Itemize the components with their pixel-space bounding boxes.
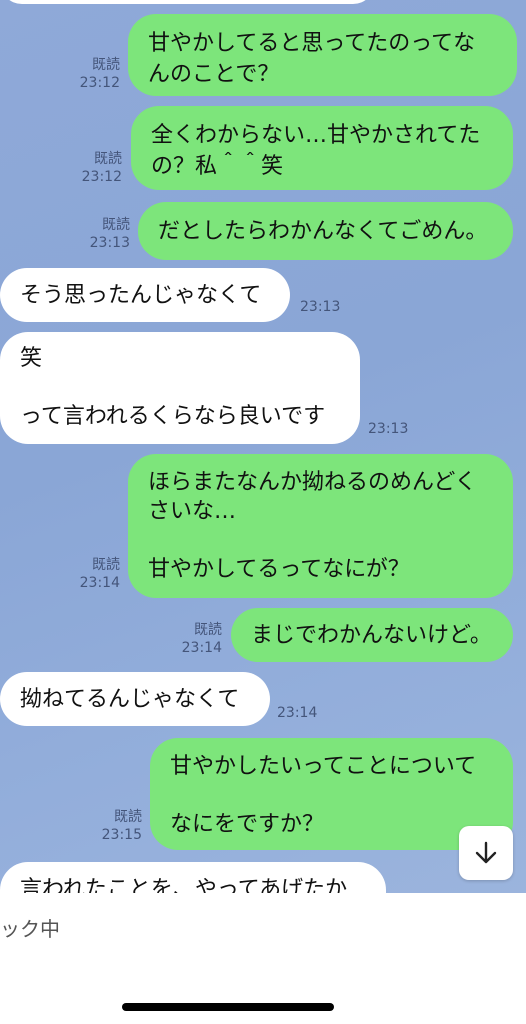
message-meta: 既読 23:13: [68, 216, 130, 252]
message-meta: 既読 23:12: [60, 56, 120, 92]
message-time: 23:12: [79, 75, 120, 91]
message-time: 23:12: [81, 169, 122, 185]
message-time: 23:15: [101, 827, 142, 843]
message-bubble-received[interactable]: 拗ねてるんじゃなくて: [0, 672, 270, 726]
message-meta: 23:13: [300, 298, 360, 316]
message-bubble-sent[interactable]: 甘やかしてると思ってたのってな んのことで？: [128, 14, 517, 96]
message-time: 23:13: [300, 299, 341, 315]
chevron-down-icon: [475, 841, 497, 864]
message-meta: 既読 23:14: [58, 556, 120, 592]
message-time: 23:14: [277, 705, 318, 721]
message-time: 23:14: [79, 575, 120, 591]
read-receipt: 既読: [194, 622, 222, 638]
read-receipt: 既読: [92, 557, 120, 573]
message-bubble-received[interactable]: 言われたことを、やってあげたか: [0, 862, 386, 893]
message-bubble-received[interactable]: 笑 って言われるくらなら良いです: [0, 332, 360, 444]
message-meta: 既読 23:14: [160, 621, 222, 657]
read-receipt: 既読: [102, 217, 130, 233]
message-meta: 既読 23:15: [80, 808, 142, 844]
message-bubble-sent[interactable]: 全くわからない…甘やかされてた の？私＾＾笑: [131, 106, 513, 190]
message-time: 23:13: [368, 421, 409, 437]
read-receipt: 既読: [94, 151, 122, 167]
read-receipt: 既読: [92, 57, 120, 73]
bottom-panel: ック中: [0, 893, 526, 1024]
read-receipt: 既読: [114, 809, 142, 825]
message-bubble-sent[interactable]: まじでわかんないけど。: [231, 608, 513, 662]
message-bubble-sent[interactable]: ほらまたなんか拗ねるのめんどく さいな… 甘やかしてるってなにが？: [128, 454, 513, 598]
message-meta: 23:14: [277, 704, 337, 722]
status-text: ック中: [0, 917, 60, 941]
message-time: 23:14: [181, 640, 222, 656]
message-bubble-received[interactable]: そう思ったんじゃなくて: [0, 268, 290, 322]
message-bubble-partial: [0, 0, 375, 4]
scroll-to-bottom-button[interactable]: [459, 826, 513, 880]
message-meta: 既読 23:12: [62, 150, 122, 186]
chat-area[interactable]: 甘やかしてると思ってたのってな んのことで？ 既読 23:12 全くわからない……: [0, 0, 526, 893]
phone-screen: 甘やかしてると思ってたのってな んのことで？ 既読 23:12 全くわからない……: [0, 0, 526, 1024]
message-meta: 23:13: [368, 420, 428, 438]
message-time: 23:13: [89, 235, 130, 251]
home-indicator[interactable]: [122, 1003, 334, 1011]
message-bubble-sent[interactable]: だとしたらわかんなくてごめん。: [138, 202, 513, 260]
